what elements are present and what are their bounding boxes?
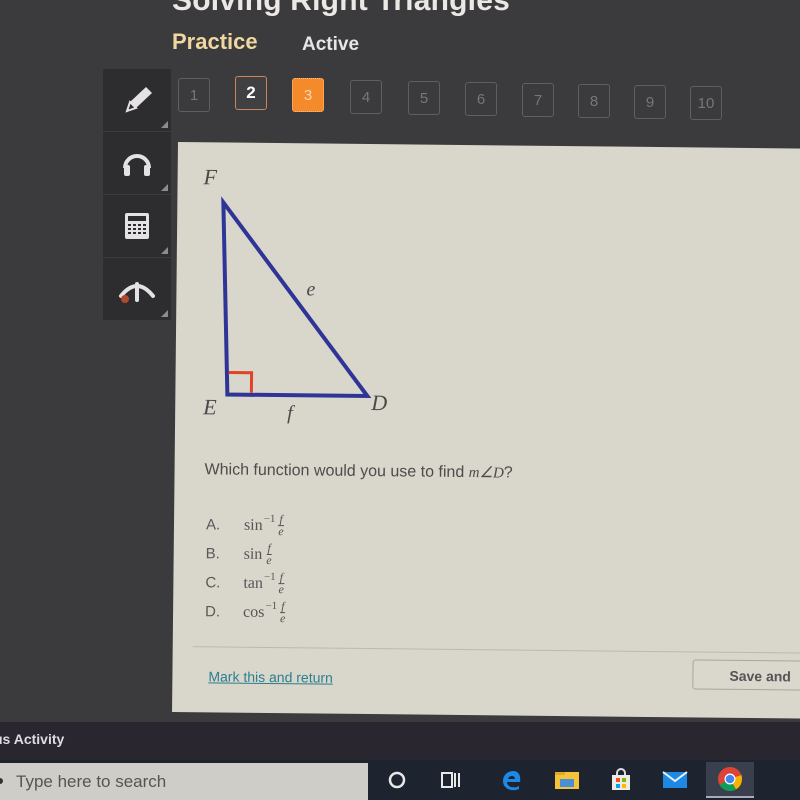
task-view-icon bbox=[441, 772, 460, 788]
choice-exponent: −1 bbox=[265, 599, 278, 612]
choice-letter: B. bbox=[205, 545, 220, 563]
search-placeholder: Type here to search bbox=[16, 771, 167, 791]
choice-fraction: fe bbox=[278, 512, 284, 539]
mail-button[interactable] bbox=[658, 765, 692, 795]
choice-letter: D. bbox=[204, 603, 221, 621]
reference-icon bbox=[119, 282, 155, 303]
expand-corner bbox=[161, 247, 168, 254]
choice-c[interactable]: C. tan −1 f e bbox=[205, 568, 286, 598]
choice-func: sin bbox=[243, 545, 263, 563]
choice-func: tan bbox=[243, 574, 264, 592]
question-prompt: Which function would you use to find bbox=[204, 461, 469, 482]
choice-expression: tan −1 f e bbox=[243, 570, 285, 597]
fraction-denominator: e bbox=[266, 552, 272, 568]
choice-exponent: −1 bbox=[263, 570, 276, 583]
store-button[interactable] bbox=[604, 765, 638, 795]
calculator-icon bbox=[125, 213, 149, 239]
reference-tool-button[interactable] bbox=[103, 258, 171, 321]
headphones-tool-button[interactable] bbox=[103, 132, 171, 195]
calculator-tool-button[interactable] bbox=[103, 195, 171, 258]
mail-icon bbox=[662, 771, 688, 788]
question-4-button[interactable]: 4 bbox=[350, 80, 382, 114]
choice-fraction: fe bbox=[278, 570, 285, 597]
tab-active[interactable]: Active bbox=[302, 34, 359, 56]
triangle-diagram: F E D e f bbox=[202, 164, 387, 424]
expand-corner bbox=[161, 184, 168, 191]
question-1-button[interactable]: 1 bbox=[178, 78, 210, 112]
question-6-button[interactable]: 6 bbox=[465, 82, 497, 116]
vertex-label-d: D bbox=[370, 390, 387, 415]
choice-letter: A. bbox=[205, 516, 221, 534]
cortana-button[interactable] bbox=[380, 765, 414, 795]
choice-letter: C. bbox=[205, 574, 221, 592]
choice-fraction: fe bbox=[279, 599, 286, 626]
choice-d[interactable]: D. cos −1 f e bbox=[205, 597, 286, 627]
save-and-exit-button[interactable]: Save and bbox=[692, 659, 800, 691]
vertex-label-f: F bbox=[203, 164, 218, 189]
file-explorer-button[interactable] bbox=[550, 765, 584, 795]
side-label-e: e bbox=[306, 278, 315, 300]
headphones-icon bbox=[123, 154, 151, 176]
tab-practice[interactable]: Practice bbox=[172, 29, 258, 55]
question-9-button[interactable]: 9 bbox=[634, 85, 666, 119]
question-end: ? bbox=[503, 464, 513, 482]
choice-a[interactable]: A. sin −1 f e bbox=[206, 510, 287, 540]
question-7-button[interactable]: 7 bbox=[522, 83, 554, 117]
fraction-denominator: e bbox=[278, 524, 284, 539]
activity-bar bbox=[0, 722, 800, 760]
question-3-button[interactable]: 3 bbox=[292, 78, 324, 112]
cortana-icon bbox=[388, 771, 406, 789]
pencil-tool-button[interactable] bbox=[103, 69, 171, 132]
question-8-button[interactable]: 8 bbox=[578, 84, 610, 118]
mark-and-return-link[interactable]: Mark this and return bbox=[208, 668, 333, 685]
answer-choices: A. sin −1 f e B. sin f e C. tan −1 f e D. bbox=[205, 510, 287, 627]
search-icon bbox=[0, 778, 3, 784]
taskbar-search-box[interactable]: Type here to search bbox=[0, 763, 368, 800]
edge-button[interactable] bbox=[495, 765, 529, 795]
activity-label[interactable]: us Activity bbox=[0, 731, 64, 747]
right-angle-marker bbox=[228, 371, 254, 393]
triangle-shape bbox=[221, 196, 372, 399]
fraction-denominator: e bbox=[278, 582, 284, 597]
choice-func: cos bbox=[242, 603, 265, 621]
tool-sidebar bbox=[103, 69, 171, 321]
choice-exponent: −1 bbox=[263, 512, 276, 525]
pencil-icon bbox=[125, 87, 152, 113]
question-card: F E D e f Which function would you use t… bbox=[172, 142, 800, 719]
choice-fraction: fe bbox=[266, 541, 272, 568]
task-view-button[interactable] bbox=[434, 765, 468, 795]
question-math: m∠D bbox=[468, 465, 504, 482]
chrome-icon bbox=[718, 767, 743, 792]
expand-corner bbox=[161, 121, 168, 128]
expand-corner bbox=[161, 310, 168, 317]
footer-divider bbox=[192, 646, 800, 654]
question-5-button[interactable]: 5 bbox=[408, 81, 440, 115]
question-10-button[interactable]: 10 bbox=[690, 86, 722, 120]
chrome-button[interactable] bbox=[706, 762, 754, 798]
choice-func: sin bbox=[243, 516, 263, 534]
choice-b[interactable]: B. sin f e bbox=[206, 539, 287, 569]
side-label-f: f bbox=[287, 402, 295, 424]
question-2-button[interactable]: 2 bbox=[235, 76, 267, 110]
fraction-denominator: e bbox=[279, 611, 286, 626]
choice-expression: sin f e bbox=[243, 541, 272, 568]
choice-expression: sin −1 f e bbox=[243, 512, 284, 539]
edge-icon bbox=[503, 771, 521, 791]
question-text: Which function would you use to find m∠D… bbox=[204, 460, 512, 482]
page-title: Solving Right Triangles bbox=[172, 0, 510, 17]
choice-expression: cos −1 f e bbox=[242, 599, 286, 626]
store-icon bbox=[612, 768, 630, 790]
vertex-label-e: E bbox=[202, 394, 217, 419]
file-explorer-icon bbox=[555, 772, 579, 789]
